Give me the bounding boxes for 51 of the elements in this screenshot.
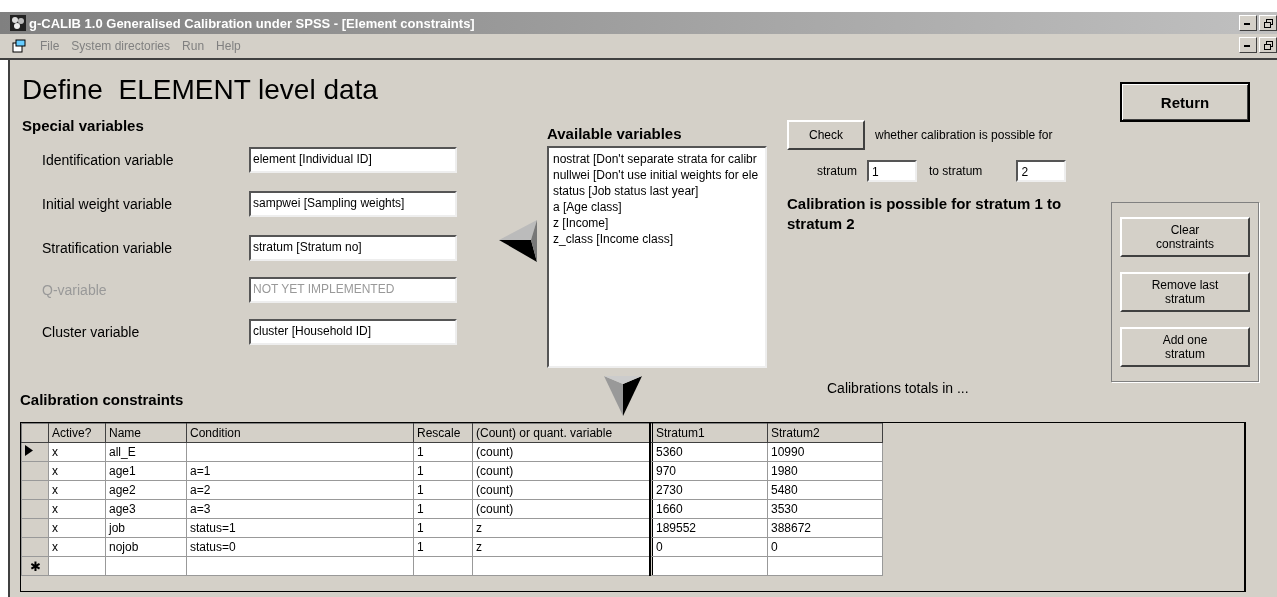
- text-field[interactable]: element [Individual ID]: [249, 147, 457, 173]
- restore-icon: [1263, 40, 1273, 50]
- list-item[interactable]: status [Job status last year]: [553, 183, 761, 199]
- minimize-icon: [1244, 43, 1252, 47]
- restore-button[interactable]: [1259, 15, 1277, 31]
- window-title: g-CALIB 1.0 Generalised Calibration under SPSS - [Element constraints]: [29, 15, 475, 31]
- minimize-icon: [1244, 21, 1252, 25]
- list-item[interactable]: z [Income]: [553, 215, 761, 231]
- restore-icon: [1263, 18, 1273, 28]
- check-text: whether calibration is possible for: [875, 128, 1053, 142]
- column-header: Condition: [186, 423, 414, 443]
- return-button[interactable]: Return: [1120, 82, 1250, 122]
- column-header: Rescale: [413, 423, 473, 443]
- field-label: Q-variable: [41, 282, 108, 298]
- stratum-label: to stratum: [929, 164, 983, 178]
- action-button[interactable]: Remove last stratum: [1120, 272, 1250, 312]
- list-item[interactable]: nostrat [Don't separate strata for calibr: [553, 151, 761, 167]
- column-header: Stratum1: [652, 423, 768, 443]
- totals-caption: Calibrations totals in ...: [827, 380, 970, 396]
- page-heading: Define ELEMENT level data: [22, 73, 379, 107]
- check-button[interactable]: Check: [787, 120, 865, 150]
- column-header: Active?: [48, 423, 106, 443]
- stratum-to-field[interactable]: 2: [1016, 160, 1067, 182]
- text-field[interactable]: cluster [Household ID]: [249, 319, 457, 345]
- document-icon: [12, 39, 28, 53]
- field-label: Cluster variable: [41, 324, 141, 340]
- field-label: Stratification variable: [41, 240, 173, 256]
- action-button[interactable]: Clear constraints: [1120, 216, 1250, 257]
- column-header: (Count) or quant. variable: [472, 423, 650, 443]
- stratum-from-field[interactable]: 1: [867, 160, 917, 182]
- list-item[interactable]: nullwei [Don't use initial weights for ele: [553, 167, 761, 183]
- section-title: Special variables: [22, 116, 145, 136]
- text-field[interactable]: stratum [Stratum no]: [249, 235, 457, 261]
- minimize-button[interactable]: [1239, 15, 1257, 31]
- restore-button[interactable]: [1259, 37, 1277, 53]
- text-field[interactable]: sampwei [Sampling weights]: [249, 191, 457, 217]
- current-row-icon: [25, 445, 33, 456]
- action-button[interactable]: Add one stratum: [1120, 327, 1250, 368]
- down-arrow-icon[interactable]: [604, 376, 642, 416]
- section-title: Available variables: [547, 124, 683, 144]
- stratum-label: stratum: [817, 164, 857, 178]
- list-item[interactable]: a [Age class]: [553, 199, 761, 215]
- list-item[interactable]: z_class [Income class]: [553, 231, 761, 247]
- app-icon: [10, 15, 26, 31]
- field-label: Identification variable: [41, 152, 175, 168]
- status-message: Calibration is possible for stratum 1 to stratum 2: [787, 194, 1063, 234]
- column-header: Name: [105, 423, 187, 443]
- column-header: Stratum2: [767, 423, 883, 443]
- minimize-button[interactable]: [1239, 37, 1257, 53]
- field-label: Initial weight variable: [41, 196, 173, 212]
- section-title: Calibration constraints: [20, 390, 184, 410]
